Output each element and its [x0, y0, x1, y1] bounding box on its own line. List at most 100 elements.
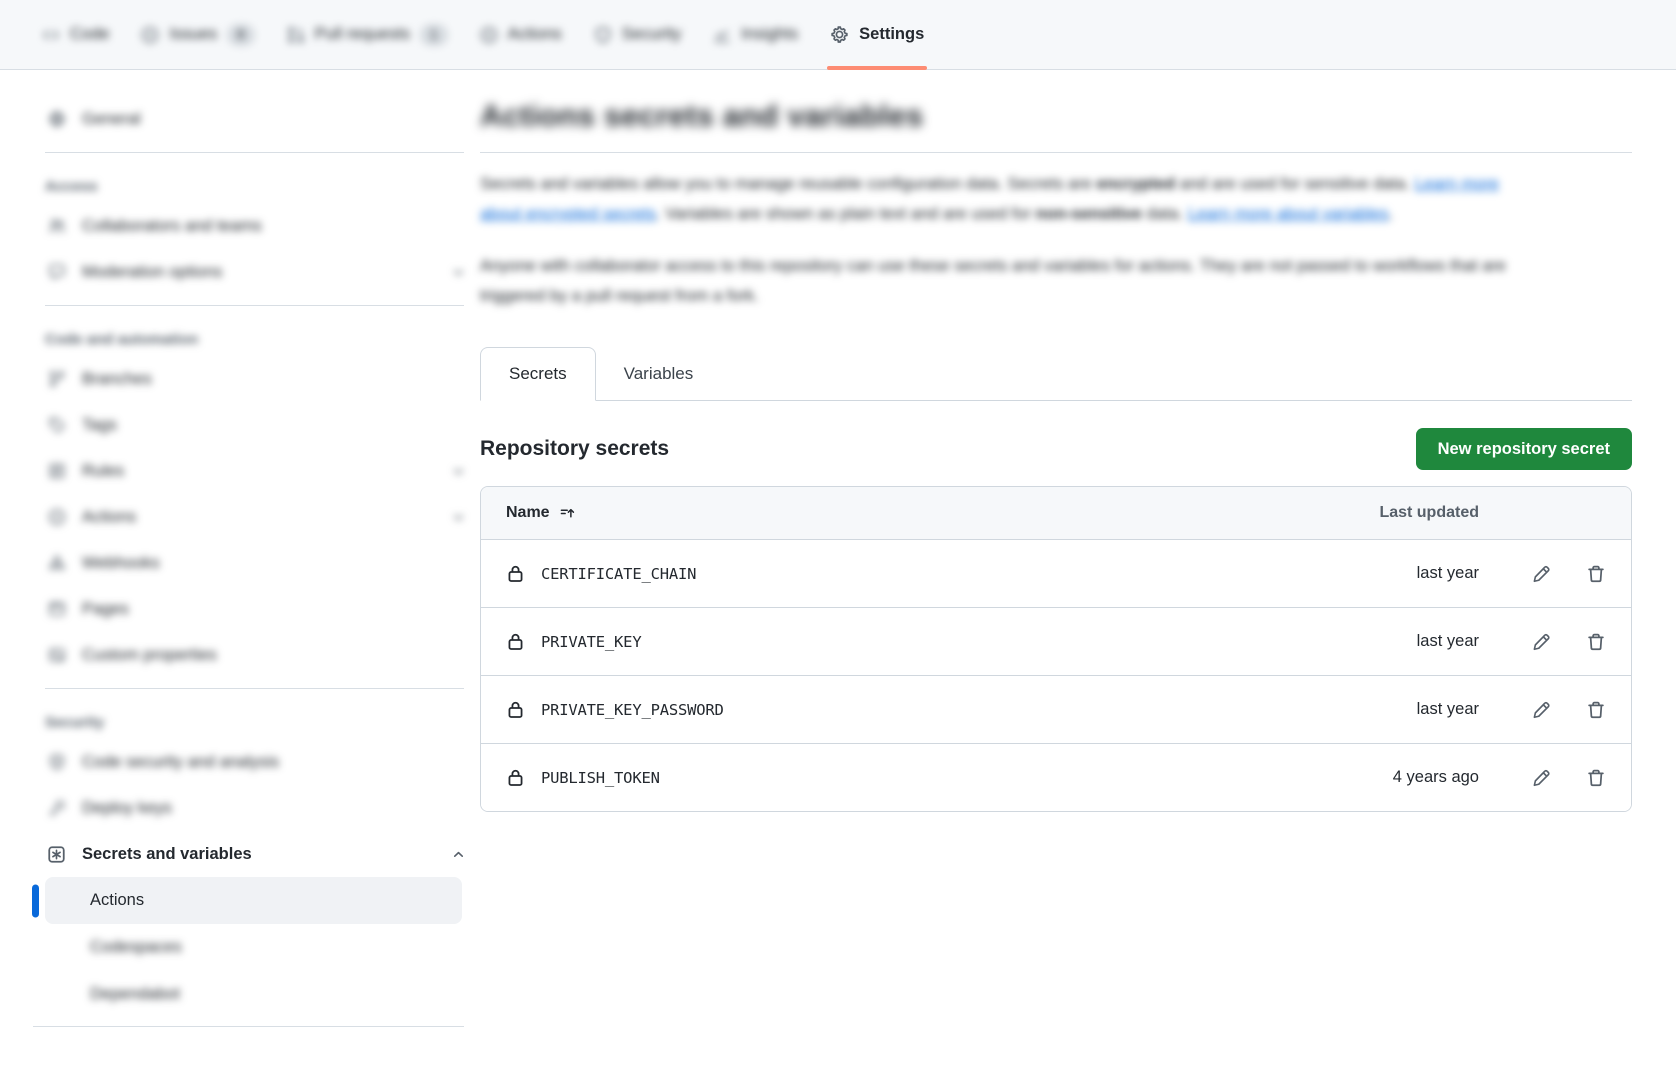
delete-secret-button[interactable] — [1586, 700, 1606, 720]
sidebar-item-moderation[interactable]: Moderation options — [33, 249, 478, 295]
lock-icon — [506, 632, 525, 651]
row-actions — [1509, 768, 1606, 788]
sidebar-item-webhooks[interactable]: Webhooks — [33, 540, 478, 586]
tab-pull-requests[interactable]: Pull requests 1 — [271, 0, 464, 69]
tab-actions[interactable]: Actions — [464, 0, 578, 69]
description-text: . Variables are shown as plain text and … — [656, 205, 1035, 223]
description-text: . — [1389, 205, 1394, 223]
row-actions — [1509, 564, 1606, 584]
tab-settings[interactable]: Settings — [814, 0, 940, 69]
shield-icon — [594, 26, 612, 44]
last-updated-value: 4 years ago — [1393, 768, 1479, 787]
last-updated-value: last year — [1417, 564, 1479, 583]
table-row-publish-token: PUBLISH_TOKEN 4 years ago — [481, 743, 1631, 811]
asterisk-box-icon — [45, 845, 68, 864]
sidebar-item-general[interactable]: General — [33, 96, 478, 142]
edit-secret-button[interactable] — [1531, 768, 1551, 788]
sidebar-item-label: Actions — [82, 508, 136, 527]
trash-icon — [1586, 768, 1606, 788]
pull-requests-count-badge: 1 — [420, 24, 448, 46]
secret-name: PRIVATE_KEY — [541, 633, 641, 651]
tab-code[interactable]: Code — [26, 0, 125, 69]
sidebar-subitem-codespaces[interactable]: Codespaces — [45, 924, 462, 971]
rules-icon — [45, 462, 68, 480]
tab-label: Actions — [508, 25, 562, 44]
tab-label: Insights — [741, 25, 798, 44]
chevron-down-icon — [451, 265, 466, 280]
last-updated-value: last year — [1417, 700, 1479, 719]
sidebar-item-secrets-and-variables[interactable]: Secrets and variables — [33, 831, 478, 877]
sidebar-item-label: Branches — [82, 370, 152, 389]
sidebar-item-label: Code security and analysis — [82, 753, 279, 772]
page-title: Actions secrets and variables — [480, 98, 1632, 134]
sidebar-item-collaborators[interactable]: Collaborators and teams — [33, 203, 478, 249]
sidebar-item-custom-properties[interactable]: Custom properties — [33, 632, 478, 678]
sidebar-item-label: Rules — [82, 462, 124, 481]
sidebar-item-actions[interactable]: Actions — [33, 494, 478, 540]
tag-icon — [45, 416, 68, 434]
sidebar-divider — [45, 152, 464, 153]
secret-name-cell: CERTIFICATE_CHAIN — [506, 564, 1417, 583]
secrets-table: Name Last updated CERTIFICATE_CHAIN last… — [480, 486, 1632, 812]
edit-secret-button[interactable] — [1531, 700, 1551, 720]
tab-variables[interactable]: Variables — [596, 347, 722, 400]
secret-name-cell: PRIVATE_KEY — [506, 632, 1417, 651]
sort-ascending-icon — [560, 506, 575, 521]
column-header-name-label: Name — [506, 504, 550, 522]
row-actions — [1509, 632, 1606, 652]
description-text: Secrets and variables allow you to manag… — [480, 175, 1096, 193]
sidebar-item-label: Collaborators and teams — [82, 217, 262, 236]
delete-secret-button[interactable] — [1586, 632, 1606, 652]
description-text: data. — [1142, 205, 1188, 223]
sidebar-item-pages[interactable]: Pages — [33, 586, 478, 632]
delete-secret-button[interactable] — [1586, 768, 1606, 788]
tab-security[interactable]: Security — [578, 0, 698, 69]
graph-icon — [713, 26, 731, 44]
repository-secrets-header: Repository secrets New repository secret — [480, 428, 1632, 470]
git-branch-icon — [45, 370, 68, 388]
tab-insights[interactable]: Insights — [697, 0, 814, 69]
table-row-private-key-password: PRIVATE_KEY_PASSWORD last year — [481, 675, 1631, 743]
column-header-name[interactable]: Name — [506, 504, 1379, 522]
sidebar-subitem-actions[interactable]: Actions — [45, 877, 462, 924]
chevron-down-icon — [451, 510, 466, 525]
last-updated-value: last year — [1417, 632, 1479, 651]
lock-icon — [506, 768, 525, 787]
tab-label: Pull requests — [315, 25, 410, 44]
sidebar-section-access: Access — [33, 163, 478, 203]
shield-lock-icon — [45, 753, 68, 771]
sidebar-item-label: Tags — [82, 416, 117, 435]
play-circle-icon — [480, 26, 498, 44]
sidebar-item-tags[interactable]: Tags — [33, 402, 478, 448]
sidebar-divider — [33, 1026, 464, 1027]
tab-secrets[interactable]: Secrets — [480, 347, 596, 401]
sidebar-item-rules[interactable]: Rules — [33, 448, 478, 494]
link-learn-more-variables[interactable]: Learn more about variables — [1188, 205, 1389, 223]
sidebar-section-security: Security — [33, 699, 478, 739]
trash-icon — [1586, 700, 1606, 720]
sidebar-item-label: Actions — [90, 891, 144, 910]
sidebar-section-code-automation: Code and automation — [33, 316, 478, 356]
delete-secret-button[interactable] — [1586, 564, 1606, 584]
tab-label: Issues — [169, 25, 217, 44]
sidebar-item-label: General — [82, 110, 141, 129]
sidebar-divider — [45, 688, 464, 689]
pull-request-icon — [287, 26, 305, 44]
secret-name: CERTIFICATE_CHAIN — [541, 565, 696, 583]
secret-name-cell: PRIVATE_KEY_PASSWORD — [506, 700, 1417, 719]
key-icon — [45, 799, 68, 817]
secret-name: PUBLISH_TOKEN — [541, 769, 660, 787]
sidebar-item-label: Webhooks — [82, 554, 160, 573]
sidebar-item-label: Secrets and variables — [82, 845, 252, 864]
sidebar-subitem-dependabot[interactable]: Dependabot — [45, 971, 462, 1018]
tab-label: Security — [622, 25, 682, 44]
edit-secret-button[interactable] — [1531, 564, 1551, 584]
sidebar-item-branches[interactable]: Branches — [33, 356, 478, 402]
issue-icon — [141, 26, 159, 44]
new-repository-secret-button[interactable]: New repository secret — [1416, 428, 1632, 470]
tab-issues[interactable]: Issues 8 — [125, 0, 270, 69]
sidebar-item-code-security[interactable]: Code security and analysis — [33, 739, 478, 785]
section-title: Repository secrets — [480, 437, 669, 461]
sidebar-item-deploy-keys[interactable]: Deploy keys — [33, 785, 478, 831]
edit-secret-button[interactable] — [1531, 632, 1551, 652]
